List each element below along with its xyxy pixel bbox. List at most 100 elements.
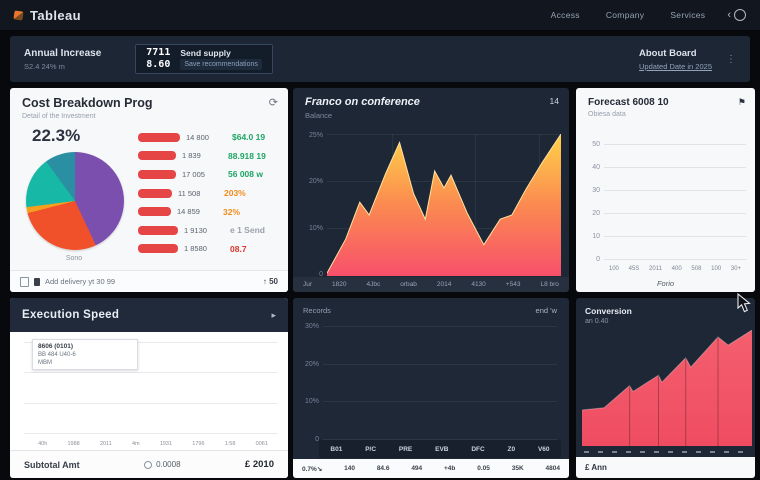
- value-label: e 1 Send: [230, 225, 265, 236]
- x-axis-label: 4130: [471, 281, 486, 288]
- account-icon[interactable]: ‹: [727, 9, 746, 21]
- conversion-panel: Conversion an 0.40 £ Ann: [576, 298, 755, 478]
- metric-texts: Send supply Save recommendations: [180, 48, 262, 71]
- expand-icon[interactable]: ▸: [271, 310, 276, 321]
- x-axis-label: 508: [691, 266, 702, 272]
- footer-value: 140: [344, 465, 355, 472]
- cost-row[interactable]: 11 508 203%: [138, 184, 278, 203]
- panel-subtitle: Obiesa data: [588, 111, 626, 118]
- metric-value-2: 8.60: [146, 59, 171, 70]
- panel-title: Conversion: [585, 306, 632, 316]
- x-axis-label: 2011: [649, 266, 662, 272]
- amount-label: 1 9130: [184, 225, 207, 235]
- legend-line: MBM: [38, 360, 52, 366]
- footer-center: 0.0008: [144, 460, 181, 469]
- panel-footer: Add delivery yt 30 99 ↑ 50: [10, 270, 288, 292]
- y-axis-label: 10: [592, 233, 600, 240]
- refresh-icon[interactable]: ⟳: [269, 96, 278, 110]
- x-axis: B01 P/C PRE EVB DFC Z0 V60: [319, 440, 561, 458]
- amount-label: 14 859: [177, 207, 200, 217]
- amount-bar: [138, 151, 176, 161]
- panel-title: Execution Speed: [22, 309, 120, 321]
- x-axis-label: 100: [711, 266, 722, 272]
- panel-title: Cost Breakdown Prog: [22, 96, 153, 110]
- cost-row[interactable]: 17 005 56 008 w: [138, 165, 278, 184]
- nav-item-company[interactable]: Company: [606, 10, 644, 20]
- panel-footer: 0.7%↘ 140 84.6 494 +4b 0.05 35K 4804: [293, 459, 569, 478]
- x-axis-label: 40h: [38, 440, 48, 447]
- clock-icon: [734, 9, 746, 21]
- legend-line: BB 484 U40-6: [38, 352, 76, 358]
- status-icon: [144, 460, 153, 469]
- records-panel: Records end 'w 30% 20% 10% 0 B01 P/C PRE EVB DF…: [293, 298, 569, 478]
- amount-bar: [138, 169, 176, 179]
- more-options-icon[interactable]: ⋮: [726, 54, 736, 65]
- footer-delta: ↑ 50: [262, 277, 278, 286]
- x-axis-label: 1931: [159, 440, 173, 447]
- amount-bar: [138, 225, 178, 235]
- pin-icon[interactable]: [34, 277, 40, 286]
- cost-row[interactable]: 14 859 32%: [138, 202, 278, 221]
- y-axis-label: 30%: [304, 323, 319, 330]
- x-axis: Jur 1820 4Jbc orbab 2014 4130 +543 L8 bro: [293, 277, 569, 292]
- area-chart[interactable]: [582, 330, 752, 446]
- y-axis-label: 25%: [308, 132, 323, 139]
- y-axis-label: 20%: [308, 178, 323, 186]
- amount-bar: [138, 188, 172, 198]
- nav-item-access[interactable]: Access: [551, 10, 580, 20]
- area-chart[interactable]: [327, 134, 561, 276]
- amount-label: 17 005: [182, 169, 205, 179]
- panel-corner-badge[interactable]: 14: [550, 96, 559, 106]
- amount-label: 1 839: [182, 151, 201, 161]
- flag-icon[interactable]: ⚑: [738, 97, 746, 108]
- panel-footer: Subtotal Amt 0.0008 £ 2010: [10, 450, 288, 478]
- y-axis-label: 10%: [308, 224, 323, 232]
- cost-row[interactable]: 1 8580 08.7: [138, 240, 278, 259]
- finance-panel: Franco on conference Balance 14 25% 20% 10…: [293, 88, 569, 292]
- x-axis: 100 45S 2011 400 508 100 30+: [604, 264, 746, 274]
- cost-breakdown-panel: Cost Breakdown Prog ⟳ Detail of the Inve…: [10, 88, 288, 292]
- metric-box[interactable]: 7711 8.60 Send supply Save recommendatio…: [135, 44, 273, 74]
- footer-value: 0.05: [477, 465, 490, 472]
- cost-row[interactable]: 1 839 88.918 19: [138, 147, 278, 166]
- cost-breakdown-list: 14 800 $64.0 19 1 839 88.918 19 17 005 56 008…: [136, 120, 288, 262]
- app-logo-icon: [13, 9, 24, 21]
- big-percentage: 22.3%: [32, 126, 81, 145]
- x-axis-label: V60: [537, 445, 550, 453]
- panel-title: Records: [303, 306, 331, 315]
- panel-subtitle: an 0.40: [585, 318, 609, 325]
- dashboard-screen: Tableau Access Company Services ‹ Annual…: [0, 0, 760, 480]
- value-label: 88.918 19: [228, 150, 266, 161]
- annual-increase-block: Annual Increase S2.4 24% m: [24, 48, 101, 71]
- pie-chart-label: Sono: [65, 255, 83, 262]
- cost-row[interactable]: 14 800 $64.0 19: [138, 128, 278, 147]
- value-label: 08.7: [230, 243, 247, 254]
- cost-row[interactable]: 1 9130 e 1 Send: [138, 221, 278, 240]
- top-navigation: Access Company Services: [551, 10, 706, 20]
- amount-bar: [138, 244, 178, 254]
- x-axis-label: 2011: [99, 440, 112, 447]
- x-axis-label: 1796: [192, 440, 205, 447]
- nav-item-services[interactable]: Services: [670, 10, 705, 20]
- value-label: $64.0 19: [232, 132, 266, 143]
- annual-increase-title: Annual Increase: [24, 47, 102, 59]
- pie-chart[interactable]: [26, 152, 124, 250]
- copy-icon[interactable]: [20, 276, 29, 287]
- amount-label: 1 8580: [184, 244, 207, 254]
- value-label: 56 008 w: [228, 169, 263, 180]
- footer-value: 0.7%↘: [302, 465, 323, 473]
- x-axis-label: Jur: [303, 281, 313, 288]
- y-axis-label: 20%: [304, 360, 319, 368]
- x-axis-title: Forio: [656, 279, 675, 288]
- footer-value: 84.6: [376, 465, 390, 472]
- footer-note: Add delivery yt 30 99: [45, 277, 116, 286]
- x-axis-label: orbab: [400, 281, 417, 288]
- x-axis-label: P/C: [365, 445, 377, 453]
- panel-footer: £ Ann: [576, 457, 755, 478]
- about-board-link[interactable]: Updated Date in 2025: [639, 62, 712, 71]
- amount-label: 11 508: [178, 188, 201, 198]
- execution-panel: Execution Speed ▸ 8606 (0101) BB 484 U40…: [10, 298, 288, 478]
- pie-section: 22.3% Sono: [10, 120, 136, 262]
- tick-marks: [584, 451, 749, 453]
- x-axis-label: DFC: [471, 445, 485, 453]
